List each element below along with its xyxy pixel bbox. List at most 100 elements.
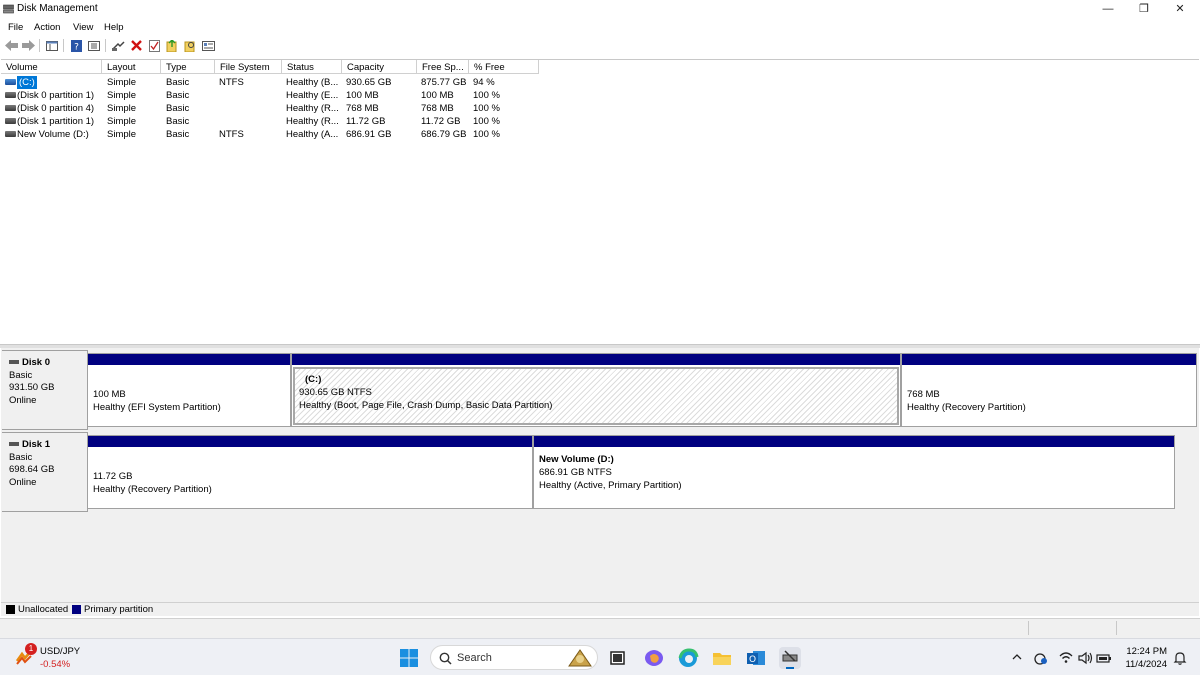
volume-name: New Volume (D:) bbox=[17, 129, 89, 140]
disk-name: Disk 1 bbox=[22, 439, 50, 450]
column-header-capacity[interactable]: Capacity bbox=[342, 60, 417, 74]
minimize-button[interactable]: — bbox=[1090, 0, 1126, 19]
primary-partition-bar bbox=[88, 354, 290, 365]
column-header-volume[interactable]: Volume bbox=[1, 60, 102, 74]
volume-icon[interactable] bbox=[1077, 650, 1093, 666]
refresh-icon[interactable] bbox=[165, 39, 179, 52]
table-row[interactable]: (Disk 0 partition 4) Simple Basic Health… bbox=[1, 102, 541, 115]
settings-icon[interactable] bbox=[201, 39, 215, 52]
console-tree-icon[interactable] bbox=[45, 39, 59, 52]
properties-icon[interactable] bbox=[87, 39, 101, 52]
menu-file[interactable]: File bbox=[8, 22, 23, 33]
partition-name: New Volume (D:) bbox=[539, 454, 614, 465]
column-header-file-system[interactable]: File System bbox=[215, 60, 282, 74]
free-space-cell: 768 MB bbox=[421, 103, 454, 114]
chevron-up-icon[interactable] bbox=[1010, 650, 1024, 664]
notification-bell-icon[interactable] bbox=[1172, 650, 1188, 666]
partition-status: Healthy (Boot, Page File, Crash Dump, Ba… bbox=[299, 400, 553, 411]
check-icon[interactable] bbox=[147, 39, 161, 52]
toolbar-separator bbox=[105, 39, 106, 52]
column-header-layout[interactable]: Layout bbox=[102, 60, 161, 74]
free-space-cell: 11.72 GB bbox=[421, 116, 461, 127]
column-header-status[interactable]: Status bbox=[282, 60, 342, 74]
volume-icon bbox=[5, 92, 16, 98]
status-cell: Healthy (E... bbox=[286, 90, 339, 101]
back-icon[interactable] bbox=[4, 39, 18, 52]
table-row[interactable]: (C:) Simple Basic NTFS Healthy (B... 930… bbox=[1, 76, 541, 89]
task-view-icon[interactable] bbox=[607, 647, 629, 669]
fs-cell: NTFS bbox=[219, 77, 244, 88]
column-header-percent-free[interactable]: % Free bbox=[469, 60, 539, 74]
type-cell: Basic bbox=[166, 103, 190, 114]
partition-size: 100 MB bbox=[93, 389, 126, 400]
restore-button[interactable]: ❐ bbox=[1126, 0, 1162, 19]
disk-1-partition-recovery[interactable]: 11.72 GB Healthy (Recovery Partition) bbox=[87, 435, 533, 509]
file-explorer-icon[interactable] bbox=[711, 647, 733, 669]
menu-view[interactable]: View bbox=[73, 22, 93, 33]
type-cell: Basic bbox=[166, 90, 190, 101]
disk-size: 931.50 GB bbox=[9, 382, 55, 393]
clock-time: 12:24 PM bbox=[1126, 646, 1167, 657]
battery-icon[interactable] bbox=[1096, 650, 1112, 666]
close-button[interactable]: ✕ bbox=[1162, 0, 1198, 19]
type-cell: Basic bbox=[166, 129, 190, 140]
disk-management-window: Disk Management — ❐ ✕ File Action View H… bbox=[0, 0, 1200, 638]
delete-icon[interactable] bbox=[129, 39, 143, 52]
widget-value: -0.54% bbox=[40, 659, 71, 670]
disk-0-label[interactable]: Disk 0 Basic 931.50 GB Online bbox=[2, 350, 88, 430]
primary-partition-swatch bbox=[72, 605, 81, 614]
onedrive-icon[interactable] bbox=[1033, 650, 1049, 666]
window-title: Disk Management bbox=[17, 3, 98, 14]
status-divider bbox=[1116, 621, 1117, 635]
partition-status: Healthy (EFI System Partition) bbox=[93, 402, 221, 413]
notification-badge: 1 bbox=[25, 643, 37, 655]
stocks-widget[interactable]: 1 USD/JPY -0.54% bbox=[14, 643, 94, 671]
legend-primary-partition: Primary partition bbox=[84, 604, 154, 615]
connect-icon[interactable] bbox=[111, 39, 125, 52]
legend-unallocated: Unallocated bbox=[18, 604, 69, 615]
table-row[interactable]: (Disk 1 partition 1) Simple Basic Health… bbox=[1, 115, 541, 128]
legend: Unallocated Primary partition bbox=[1, 602, 1199, 616]
status-bar bbox=[0, 618, 1200, 638]
table-row[interactable]: New Volume (D:) Simple Basic NTFS Health… bbox=[1, 128, 541, 141]
menu-action[interactable]: Action bbox=[34, 22, 60, 33]
disk-0-partition-recovery[interactable]: 768 MB Healthy (Recovery Partition) bbox=[901, 353, 1197, 427]
column-header-free-space[interactable]: Free Sp... bbox=[417, 60, 469, 74]
edge-browser-icon[interactable] bbox=[677, 647, 699, 669]
partition-name: (C:) bbox=[305, 374, 322, 385]
taskbar: 1 USD/JPY -0.54% Search O 12:24 PM 11/4/… bbox=[0, 638, 1200, 675]
wifi-icon[interactable] bbox=[1058, 650, 1074, 666]
disk-type: Basic bbox=[9, 451, 33, 463]
disk-1-partition-d[interactable]: New Volume (D:) 686.91 GB NTFS Healthy (… bbox=[533, 435, 1175, 509]
type-cell: Basic bbox=[166, 77, 190, 88]
capacity-cell: 11.72 GB bbox=[346, 116, 386, 127]
rescan-icon[interactable] bbox=[183, 39, 197, 52]
volume-name: (Disk 0 partition 4) bbox=[17, 103, 95, 114]
percent-free-cell: 100 % bbox=[473, 116, 500, 127]
table-row[interactable]: (Disk 0 partition 1) Simple Basic Health… bbox=[1, 89, 541, 102]
start-icon[interactable] bbox=[398, 647, 420, 669]
layout-cell: Simple bbox=[107, 77, 137, 88]
help-icon[interactable]: ? bbox=[69, 39, 83, 52]
taskbar-search[interactable]: Search bbox=[430, 645, 598, 670]
volume-name: (Disk 0 partition 1) bbox=[17, 90, 95, 101]
partition-size: 686.91 GB NTFS bbox=[539, 467, 612, 478]
partition-status: Healthy (Recovery Partition) bbox=[907, 402, 1026, 413]
column-header-type[interactable]: Type bbox=[161, 60, 215, 74]
disk-management-taskbar-icon[interactable] bbox=[779, 647, 801, 669]
disk-0-partition-efi[interactable]: 100 MB Healthy (EFI System Partition) bbox=[87, 353, 291, 427]
search-placeholder: Search bbox=[457, 652, 492, 664]
search-icon bbox=[439, 652, 452, 665]
disk-state: Online bbox=[9, 476, 37, 488]
capacity-cell: 930.65 GB bbox=[346, 77, 392, 88]
clock[interactable]: 12:24 PM 11/4/2024 bbox=[1125, 645, 1167, 671]
widget-title: USD/JPY bbox=[40, 646, 81, 657]
disk-1-label[interactable]: Disk 1 Basic 698.64 GB Online bbox=[2, 432, 88, 512]
forward-icon[interactable] bbox=[21, 39, 35, 52]
copilot-icon[interactable] bbox=[643, 647, 665, 669]
volume-icon bbox=[5, 118, 16, 124]
type-cell: Basic bbox=[166, 116, 190, 127]
disk-0-partition-c[interactable]: (C:) 930.65 GB NTFS Healthy (Boot, Page … bbox=[291, 353, 901, 427]
outlook-icon[interactable]: O bbox=[745, 647, 767, 669]
menu-help[interactable]: Help bbox=[104, 22, 124, 33]
